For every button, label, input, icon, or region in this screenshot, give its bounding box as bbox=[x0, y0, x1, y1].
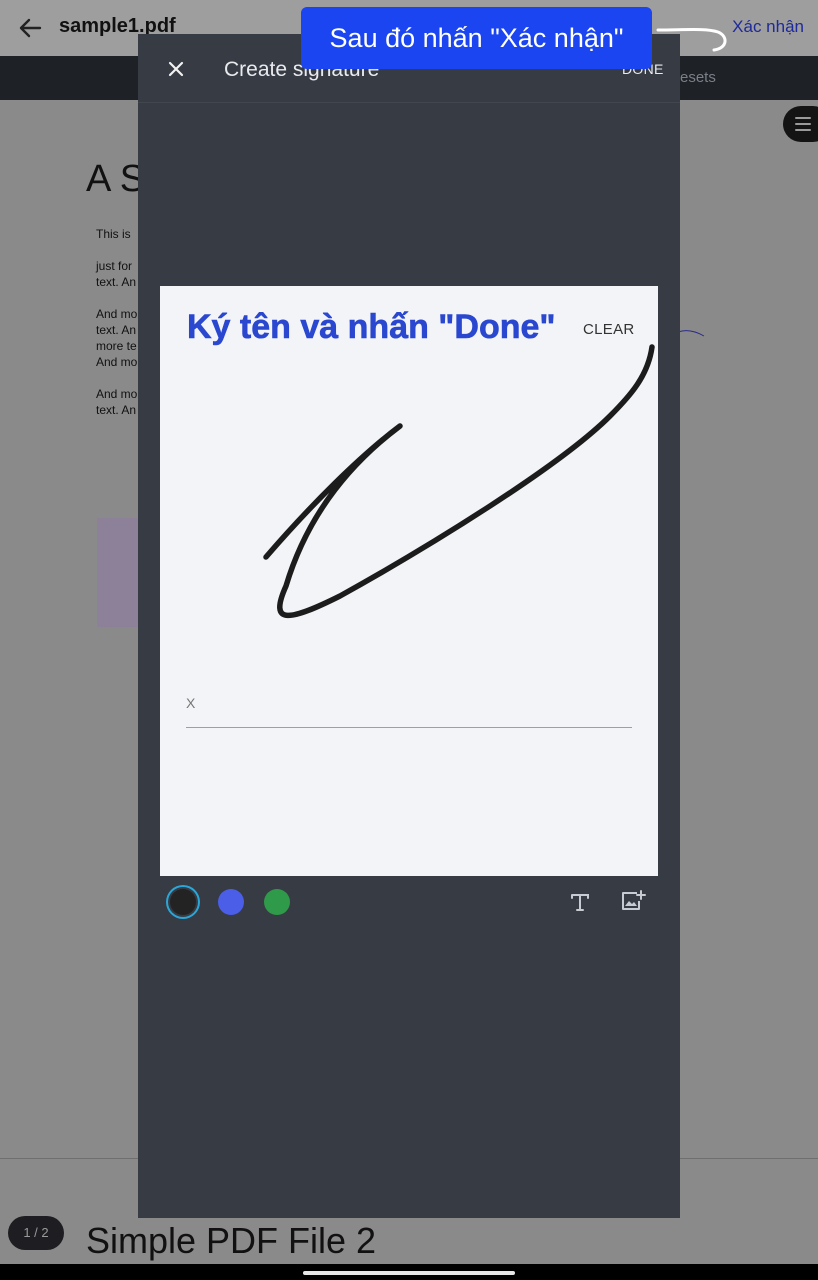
create-signature-dialog: Create signature DONE Ký tên và nhấn "Do… bbox=[138, 34, 680, 1218]
color-swatch-green[interactable] bbox=[264, 889, 290, 915]
doc-text-line: And mo bbox=[96, 307, 138, 321]
home-indicator[interactable] bbox=[303, 1271, 515, 1275]
signature-baseline bbox=[186, 727, 632, 728]
text-icon[interactable] bbox=[568, 890, 592, 914]
callout-arrow-icon bbox=[656, 28, 727, 52]
color-swatch-blue[interactable] bbox=[218, 889, 244, 915]
presets-tab[interactable]: esets bbox=[680, 69, 716, 86]
back-arrow-icon[interactable] bbox=[14, 12, 46, 44]
doc-text-line: more te bbox=[96, 339, 137, 353]
confirm-button[interactable]: Xác nhận bbox=[732, 17, 804, 37]
doc-text-line: This is bbox=[96, 227, 131, 241]
doc-text-line: text. An bbox=[96, 275, 137, 289]
doc-text-line: And mo bbox=[96, 387, 138, 401]
close-icon[interactable] bbox=[166, 59, 186, 79]
page2-title: Simple PDF File 2 bbox=[86, 1220, 377, 1261]
doc-text-line: text. An bbox=[96, 323, 137, 337]
doc-heading: A S bbox=[86, 158, 146, 200]
page-indicator: 1 / 2 bbox=[8, 1216, 64, 1250]
menu-button[interactable] bbox=[783, 106, 818, 142]
doc-text-line: text. An bbox=[96, 403, 137, 417]
image-add-icon[interactable] bbox=[620, 889, 646, 915]
sign-here-marker: X bbox=[186, 695, 196, 711]
ink-annotation bbox=[677, 330, 705, 337]
doc-text-line: just for bbox=[96, 259, 133, 273]
signature-stroke bbox=[263, 344, 655, 619]
tutorial-callout: Sau đó nhấn "Xác nhận" bbox=[301, 7, 652, 69]
color-swatch-black[interactable] bbox=[170, 889, 196, 915]
doc-text-line: And mo bbox=[96, 355, 138, 369]
signature-pad[interactable]: Ký tên và nhấn "Done" CLEAR X bbox=[160, 286, 658, 876]
